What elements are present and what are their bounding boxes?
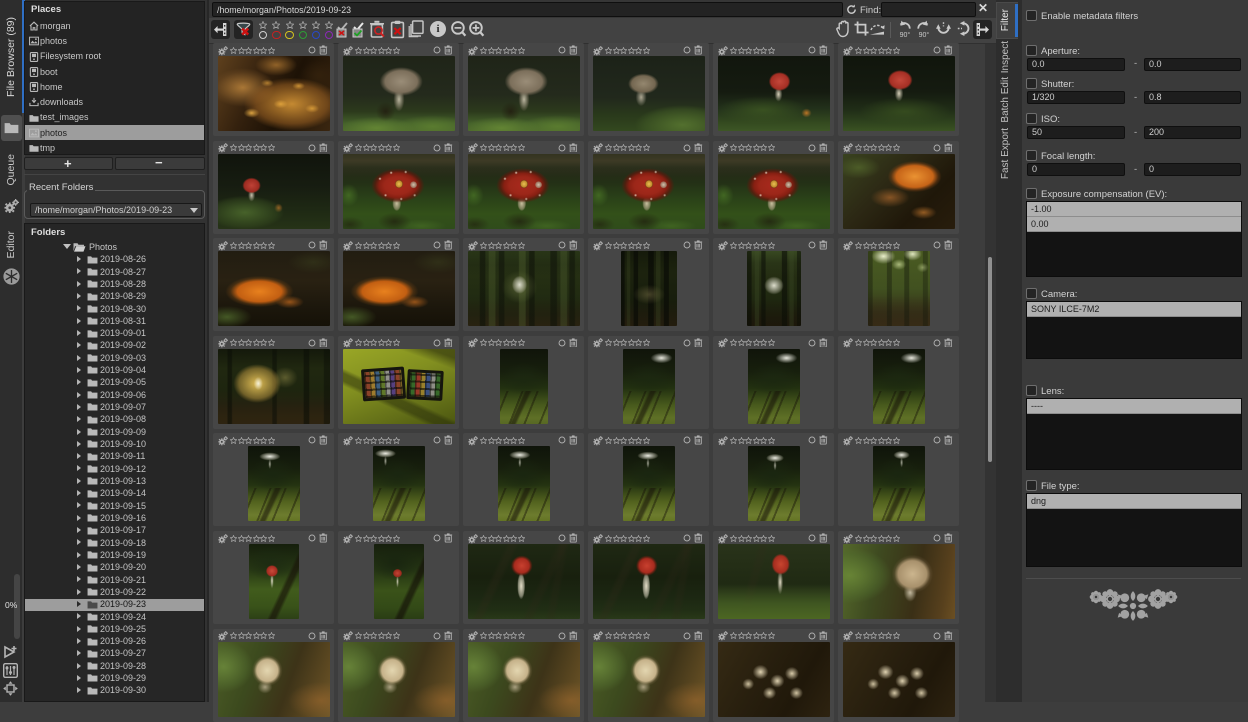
svg-text:90°: 90°: [900, 31, 911, 39]
svg-text:90°: 90°: [919, 31, 930, 39]
